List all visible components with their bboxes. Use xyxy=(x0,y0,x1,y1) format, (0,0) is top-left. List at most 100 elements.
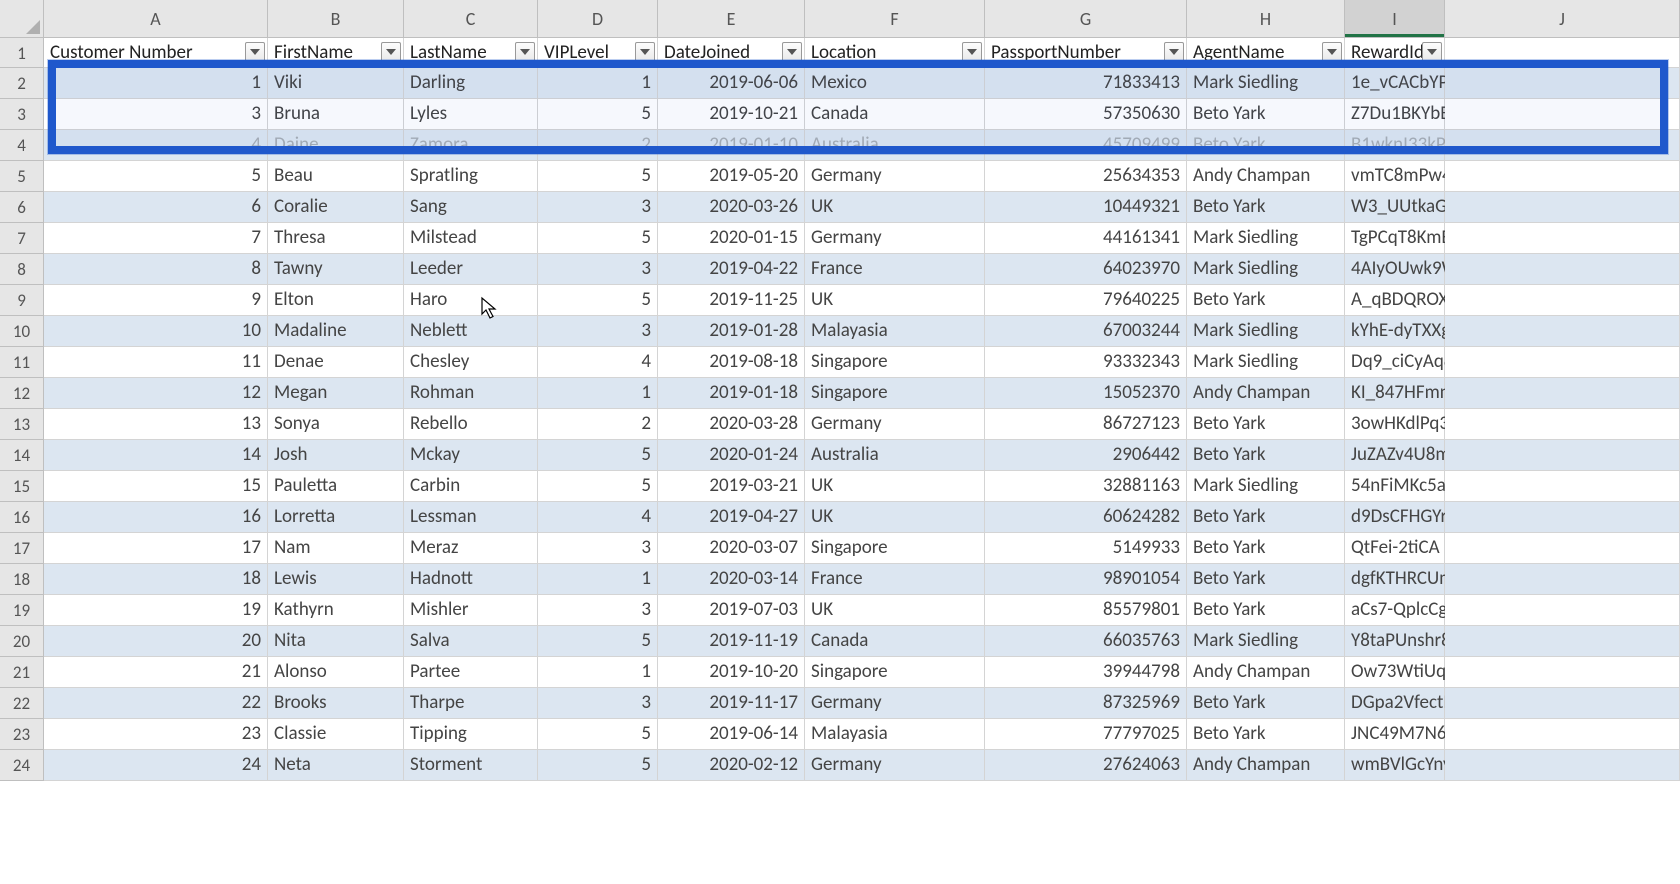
cell-firstname[interactable]: Lorretta xyxy=(268,502,404,533)
cell-location[interactable]: Australia xyxy=(805,130,985,161)
cell-firstname[interactable]: Denae xyxy=(268,347,404,378)
cell-rewardid[interactable]: Ow73WtiUqI0 xyxy=(1345,657,1445,688)
cell-passportnumber[interactable]: 66035763 xyxy=(985,626,1187,657)
cell-passportnumber[interactable]: 39944798 xyxy=(985,657,1187,688)
row-header[interactable]: 9 xyxy=(0,285,44,316)
cell-customer-number[interactable]: 11 xyxy=(44,347,268,378)
row-header[interactable]: 8 xyxy=(0,254,44,285)
cell-customer-number[interactable]: 5 xyxy=(44,161,268,192)
cell-firstname[interactable]: Viki xyxy=(268,68,404,99)
cell-datejoined[interactable]: 2020-02-12 xyxy=(658,750,805,781)
cell-datejoined[interactable]: 2019-10-21 xyxy=(658,99,805,130)
row-header[interactable]: 21 xyxy=(0,657,44,688)
cell-customer-number[interactable]: 12 xyxy=(44,378,268,409)
cell-rewardid[interactable]: 54nFiMKc5ag xyxy=(1345,471,1445,502)
cell-firstname[interactable]: Josh xyxy=(268,440,404,471)
cell[interactable] xyxy=(1445,161,1680,192)
cell-customer-number[interactable]: 6 xyxy=(44,192,268,223)
cell-passportnumber[interactable]: 86727123 xyxy=(985,409,1187,440)
cell-rewardid[interactable]: Z7Du1BKYbBg xyxy=(1345,99,1445,130)
header-customer-number[interactable]: Customer Number xyxy=(44,38,268,68)
cell-agentname[interactable]: Beto Yark xyxy=(1187,502,1345,533)
cell-passportnumber[interactable]: 85579801 xyxy=(985,595,1187,626)
cell-viplevel[interactable]: 3 xyxy=(538,595,658,626)
cell[interactable] xyxy=(1445,688,1680,719)
cell-firstname[interactable]: Coralie xyxy=(268,192,404,223)
cell-agentname[interactable]: Mark Siedling xyxy=(1187,626,1345,657)
header-datejoined[interactable]: DateJoined xyxy=(658,38,805,68)
cell-customer-number[interactable]: 4 xyxy=(44,130,268,161)
cell-passportnumber[interactable]: 45709499 xyxy=(985,130,1187,161)
cell-firstname[interactable]: Megan xyxy=(268,378,404,409)
row-header[interactable]: 2 xyxy=(0,68,44,99)
cell-location[interactable]: UK xyxy=(805,192,985,223)
cell-location[interactable]: Malayasia xyxy=(805,316,985,347)
cell-location[interactable]: UK xyxy=(805,502,985,533)
cell[interactable] xyxy=(1445,750,1680,781)
cell[interactable] xyxy=(1445,254,1680,285)
cell-location[interactable]: France xyxy=(805,254,985,285)
cell[interactable] xyxy=(1445,409,1680,440)
cell-rewardid[interactable]: 4AIyOUwk9WY xyxy=(1345,254,1445,285)
row-header[interactable]: 20 xyxy=(0,626,44,657)
cell-customer-number[interactable]: 20 xyxy=(44,626,268,657)
cell-lastname[interactable]: Hadnott xyxy=(404,564,538,595)
cell-viplevel[interactable]: 5 xyxy=(538,719,658,750)
cell-datejoined[interactable]: 2020-03-28 xyxy=(658,409,805,440)
cell[interactable] xyxy=(1445,378,1680,409)
cell-passportnumber[interactable]: 77797025 xyxy=(985,719,1187,750)
cell-viplevel[interactable]: 3 xyxy=(538,316,658,347)
header-firstname[interactable]: FirstName xyxy=(268,38,404,68)
cell-firstname[interactable]: Sonya xyxy=(268,409,404,440)
cell-customer-number[interactable]: 15 xyxy=(44,471,268,502)
header-lastname[interactable]: LastName xyxy=(404,38,538,68)
filter-dropdown-icon[interactable] xyxy=(635,42,655,62)
cell-location[interactable]: Germany xyxy=(805,750,985,781)
filter-dropdown-icon[interactable] xyxy=(1322,42,1342,62)
cell-lastname[interactable]: Leeder xyxy=(404,254,538,285)
cell-viplevel[interactable]: 1 xyxy=(538,657,658,688)
cell-location[interactable]: Singapore xyxy=(805,657,985,688)
cell[interactable] xyxy=(1445,316,1680,347)
cell-datejoined[interactable]: 2019-07-03 xyxy=(658,595,805,626)
cell-viplevel[interactable]: 1 xyxy=(538,564,658,595)
cell-lastname[interactable]: Milstead xyxy=(404,223,538,254)
cell-agentname[interactable]: Mark Siedling xyxy=(1187,347,1345,378)
cell-lastname[interactable]: Tipping xyxy=(404,719,538,750)
cell[interactable] xyxy=(1445,38,1680,68)
cell-customer-number[interactable]: 17 xyxy=(44,533,268,564)
cell-agentname[interactable]: Mark Siedling xyxy=(1187,471,1345,502)
cell-datejoined[interactable]: 2019-11-19 xyxy=(658,626,805,657)
filter-dropdown-icon[interactable] xyxy=(515,42,535,62)
cell[interactable] xyxy=(1445,471,1680,502)
cell-location[interactable]: Malayasia xyxy=(805,719,985,750)
cell-lastname[interactable]: Mckay xyxy=(404,440,538,471)
cell[interactable] xyxy=(1445,223,1680,254)
cell-location[interactable]: Germany xyxy=(805,688,985,719)
cell-viplevel[interactable]: 3 xyxy=(538,688,658,719)
cell-datejoined[interactable]: 2019-04-22 xyxy=(658,254,805,285)
cell-datejoined[interactable]: 2020-03-14 xyxy=(658,564,805,595)
cell-datejoined[interactable]: 2019-01-18 xyxy=(658,378,805,409)
cell-passportnumber[interactable]: 87325969 xyxy=(985,688,1187,719)
cell[interactable] xyxy=(1445,564,1680,595)
row-header[interactable]: 18 xyxy=(0,564,44,595)
col-header-B[interactable]: B xyxy=(268,0,404,38)
cell-viplevel[interactable]: 5 xyxy=(538,750,658,781)
cell-viplevel[interactable]: 5 xyxy=(538,223,658,254)
cell-firstname[interactable]: Alonso xyxy=(268,657,404,688)
cell-agentname[interactable]: Andy Champan xyxy=(1187,378,1345,409)
cell-rewardid[interactable]: kYhE-dyTXXg xyxy=(1345,316,1445,347)
cell-datejoined[interactable]: 2019-03-21 xyxy=(658,471,805,502)
cell-lastname[interactable]: Lyles xyxy=(404,99,538,130)
cell-customer-number[interactable]: 23 xyxy=(44,719,268,750)
col-header-C[interactable]: C xyxy=(404,0,538,38)
cell-rewardid[interactable]: TgPCqT8KmEA xyxy=(1345,223,1445,254)
cell-customer-number[interactable]: 19 xyxy=(44,595,268,626)
cell-datejoined[interactable]: 2019-01-28 xyxy=(658,316,805,347)
cell-viplevel[interactable]: 5 xyxy=(538,285,658,316)
cell-firstname[interactable]: Elton xyxy=(268,285,404,316)
cell-firstname[interactable]: Neta xyxy=(268,750,404,781)
cell-agentname[interactable]: Mark Siedling xyxy=(1187,68,1345,99)
cell-agentname[interactable]: Beto Yark xyxy=(1187,440,1345,471)
